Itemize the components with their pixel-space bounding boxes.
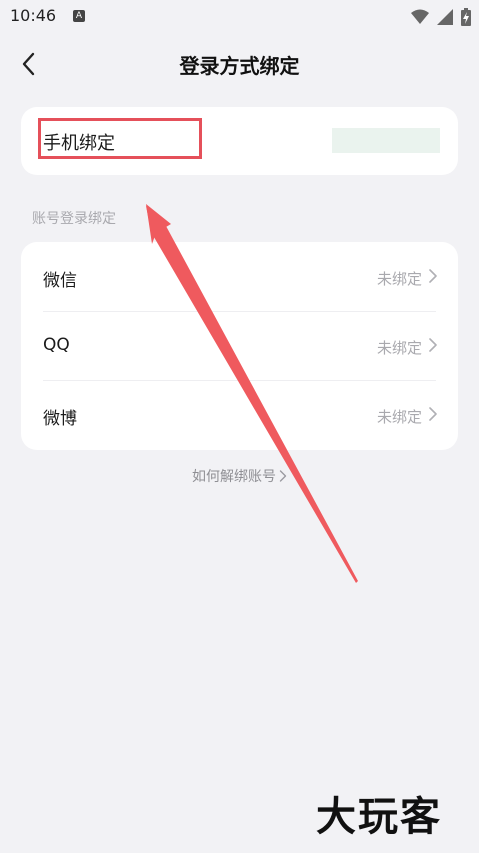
account-row-qq[interactable]: QQ 未绑定 (21, 311, 458, 380)
account-binding-card: 微信 未绑定 QQ 未绑定 微博 未绑定 (21, 242, 458, 450)
notification-a-icon: A (73, 10, 85, 22)
account-status: 未绑定 (376, 339, 422, 357)
status-time: 10:46 (10, 6, 57, 25)
page-title: 登录方式绑定 (179, 54, 300, 78)
status-icons (411, 8, 471, 26)
chevron-right-icon (429, 269, 437, 283)
account-status: 未绑定 (376, 270, 422, 288)
unbind-help-link[interactable]: 如何解绑账号 (0, 466, 479, 486)
chevron-right-icon (429, 407, 437, 421)
account-status: 未绑定 (376, 408, 422, 426)
account-name: QQ (43, 335, 70, 355)
account-row-weibo[interactable]: 微博 未绑定 (21, 380, 458, 449)
chevron-right-icon (429, 338, 437, 352)
header: 登录方式绑定 (0, 40, 479, 88)
account-name: 微信 (43, 271, 77, 291)
section-label: 账号登录绑定 (32, 211, 116, 227)
unbind-help-label: 如何解绑账号 (192, 469, 276, 485)
status-bar: 10:46 A (0, 0, 479, 34)
phone-number-mask (332, 128, 440, 153)
highlight-box (38, 118, 202, 159)
account-row-wechat[interactable]: 微信 未绑定 (21, 242, 458, 311)
cellular-signal-icon (437, 9, 453, 25)
watermark-logo: 大玩客 (316, 794, 442, 840)
chevron-right-icon (279, 470, 287, 482)
phone-binding-card[interactable]: 手机绑定 (21, 107, 458, 175)
battery-icon (461, 8, 471, 26)
wifi-icon (411, 9, 429, 24)
account-name: 微博 (43, 409, 77, 429)
